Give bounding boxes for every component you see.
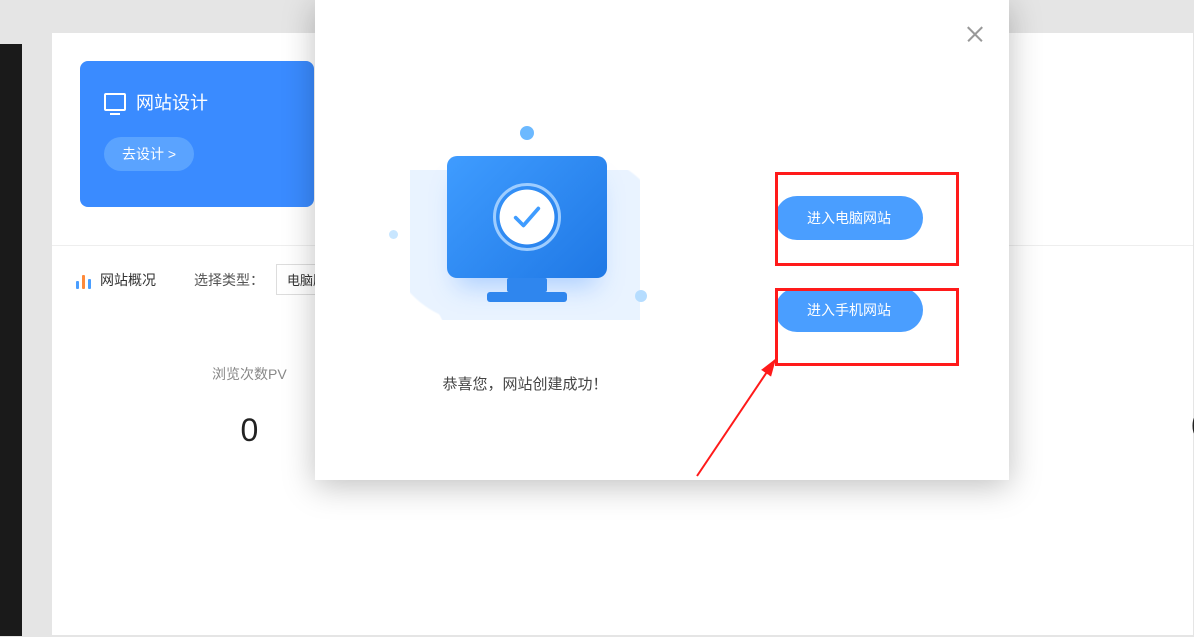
enter-mobile-button[interactable]: 进入手机网站 [775, 288, 923, 332]
success-modal: 恭喜您，网站创建成功！ 进入电脑网站 进入手机网站 [315, 0, 1009, 480]
close-icon[interactable] [965, 24, 985, 44]
success-illustration [395, 120, 655, 350]
annotation-arrow [693, 352, 793, 482]
checkmark-icon [493, 183, 561, 251]
modal-overlay: 恭喜您，网站创建成功！ 进入电脑网站 进入手机网站 [0, 0, 1194, 636]
enter-desktop-button[interactable]: 进入电脑网站 [775, 196, 923, 240]
modal-caption: 恭喜您，网站创建成功！ [395, 373, 655, 394]
